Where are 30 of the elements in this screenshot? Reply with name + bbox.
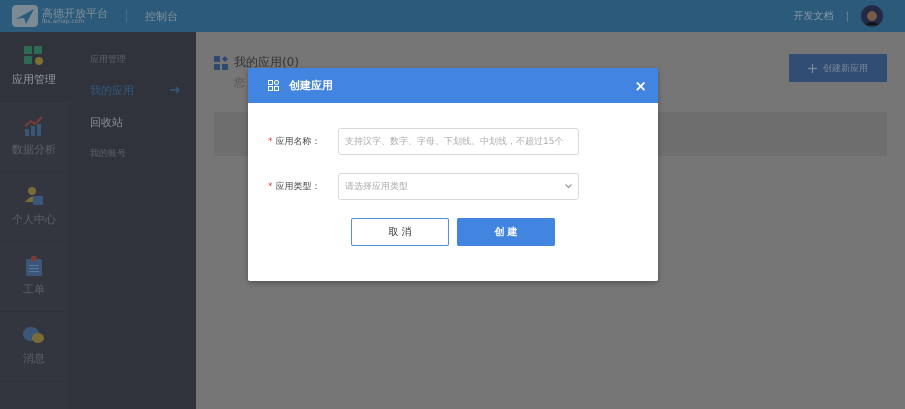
dialog-title: 创建应用 (289, 78, 334, 93)
console-title: 控制台 (145, 8, 178, 24)
subnav-item[interactable]: 我的应用 (90, 74, 196, 106)
field-label: 应用名称： (276, 136, 320, 148)
subnav-item[interactable]: 回收站 (90, 106, 196, 138)
plus-icon (808, 64, 817, 72)
close-button[interactable]: × (634, 76, 647, 94)
paper-plane-logo-icon (12, 5, 38, 27)
grid-gear-icon (24, 46, 44, 66)
docs-link[interactable]: 开发文档 (794, 9, 834, 23)
clipboard-icon (25, 256, 43, 276)
user-card-icon (24, 186, 44, 206)
create-app-button[interactable]: 创建新应用 (789, 54, 887, 82)
avatar-icon[interactable] (861, 5, 883, 27)
divider-text: | (846, 10, 849, 22)
page-title: 我的应用(0) (234, 54, 299, 71)
required-mark: * (268, 136, 272, 146)
input-field[interactable]: 支持汉字、数字、字母、下划线、中划线，不超过15个 (338, 128, 579, 155)
logo-title: 高德开放平台 (42, 8, 108, 18)
required-mark: * (268, 182, 272, 192)
chat-bubbles-icon (23, 327, 45, 345)
arrow-right-icon (170, 86, 180, 94)
bar-chart-icon (24, 116, 44, 136)
grid-icon (268, 80, 279, 91)
create-button[interactable]: 创 建 (457, 218, 555, 246)
field-label: 应用类型： (276, 180, 320, 193)
cancel-button[interactable]: 取 消 (351, 218, 449, 246)
select-field[interactable]: 请选择应用类型 (338, 173, 579, 200)
chevron-down-icon (565, 184, 572, 189)
grid-icon (214, 56, 228, 70)
